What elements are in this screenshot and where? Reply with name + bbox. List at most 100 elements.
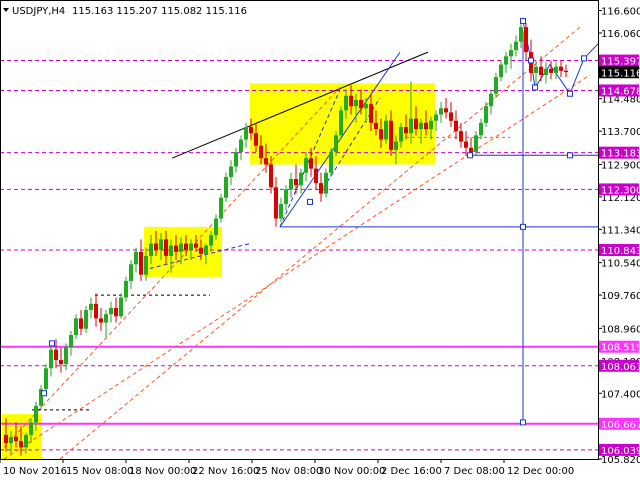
- x-tick-label: 22 Nov 16:00: [192, 466, 259, 477]
- candle-body: [134, 251, 138, 265]
- candle-body: [159, 239, 163, 250]
- candle-body: [129, 264, 133, 281]
- symbol-label: USDJPY,H4: [12, 6, 65, 17]
- candle-body: [154, 243, 158, 250]
- y-tick-label: 111.340: [601, 225, 640, 236]
- candle-body: [199, 247, 203, 254]
- zones-layer: [2, 83, 435, 459]
- candle-body: [209, 235, 213, 246]
- candle-body: [404, 127, 408, 134]
- candle-body: [254, 133, 258, 146]
- candle-body: [49, 349, 53, 369]
- candle-body: [269, 164, 273, 188]
- candle-body: [429, 120, 433, 130]
- candle-body: [84, 310, 88, 329]
- anchor-marker: [307, 198, 313, 205]
- candle-body: [364, 104, 368, 109]
- candle-body: [524, 27, 528, 53]
- candle-body: [54, 349, 58, 360]
- candle-body: [324, 172, 328, 194]
- anchor-marker: [41, 390, 47, 397]
- candle-body: [389, 120, 393, 150]
- candle-body: [469, 147, 473, 152]
- candle-body: [149, 243, 153, 256]
- y-axis: 116.600116.060115.300114.480113.700112.9…: [598, 7, 640, 466]
- candle-body: [79, 318, 83, 329]
- candle-body: [114, 307, 118, 317]
- y-tick-label: 108.960: [601, 324, 640, 335]
- anchor-marker: [532, 84, 538, 91]
- candle-body: [489, 93, 493, 107]
- candle-body: [14, 436, 18, 442]
- candle-body: [139, 251, 143, 275]
- candle-body: [369, 104, 373, 123]
- y-tick-label: 116.600: [601, 7, 640, 18]
- candle-body: [214, 218, 218, 236]
- candle-body: [119, 297, 123, 317]
- price-chart[interactable]: 116.600116.060115.300114.480113.700112.9…: [0, 0, 640, 480]
- level-price-label: 114.678: [601, 86, 640, 97]
- candle-body: [274, 187, 278, 219]
- candle-body: [554, 66, 558, 73]
- candle-body: [184, 243, 188, 250]
- candle-body: [354, 99, 358, 107]
- candle-body: [534, 66, 538, 73]
- candle-body: [279, 203, 283, 219]
- level-price-label: 110.843: [601, 246, 640, 257]
- candle-body: [509, 50, 513, 57]
- candle-body: [464, 141, 468, 148]
- anchor-marker: [581, 55, 587, 62]
- candle-body: [414, 118, 418, 130]
- y-tick-label: 113.700: [601, 127, 640, 138]
- level-price-label: 108.061: [601, 362, 640, 373]
- candle-body: [259, 145, 263, 159]
- candle-body: [234, 151, 238, 167]
- anchor-marker: [520, 223, 526, 230]
- chart-header: USDJPY,H4 115.163 115.207 115.082 115.11…: [3, 6, 247, 17]
- candle-body: [424, 122, 428, 130]
- y-tick-label: 107.400: [601, 389, 640, 400]
- anchor-marker: [567, 90, 573, 97]
- anchor-marker: [528, 57, 534, 64]
- header-arrow-icon: [3, 8, 9, 12]
- candle-body: [334, 135, 338, 152]
- candle-body: [514, 41, 518, 51]
- candle-body: [59, 359, 63, 365]
- candle-body: [179, 243, 183, 252]
- candle-body: [544, 68, 548, 75]
- candle-body: [314, 168, 318, 184]
- candle-body: [169, 245, 173, 256]
- candle-body: [309, 158, 313, 169]
- candle-body: [564, 70, 568, 73]
- candle-body: [204, 245, 208, 254]
- anchor-marker: [520, 419, 526, 426]
- candle-body: [349, 95, 353, 107]
- candle-body: [19, 441, 23, 448]
- candle-body: [344, 95, 348, 111]
- candle-body: [394, 141, 398, 150]
- candle-body: [124, 280, 128, 298]
- candle-body: [294, 179, 298, 186]
- level-price-label: 106.667: [601, 420, 640, 431]
- candle-body: [494, 77, 498, 94]
- chart-window: 116.600116.060115.300114.480113.700112.9…: [0, 0, 640, 480]
- candle-body: [24, 434, 28, 448]
- candle-body: [499, 64, 503, 78]
- level-price-label: 112.300: [601, 185, 640, 196]
- candle-body: [434, 114, 438, 121]
- candle-body: [239, 139, 243, 152]
- trendline: [3, 87, 341, 448]
- candle-body: [384, 120, 388, 140]
- current-price-label: 115.116: [601, 68, 640, 79]
- candle-body: [64, 347, 68, 365]
- markers-layer: [41, 17, 587, 426]
- candle-body: [409, 118, 413, 134]
- anchor-marker: [520, 17, 526, 24]
- plot-border: [0, 0, 599, 460]
- candle-body: [244, 127, 248, 140]
- candle-body: [104, 314, 108, 323]
- candle-body: [219, 197, 223, 219]
- candle-body: [459, 131, 463, 142]
- candle-body: [379, 129, 383, 140]
- candle-body: [339, 110, 343, 136]
